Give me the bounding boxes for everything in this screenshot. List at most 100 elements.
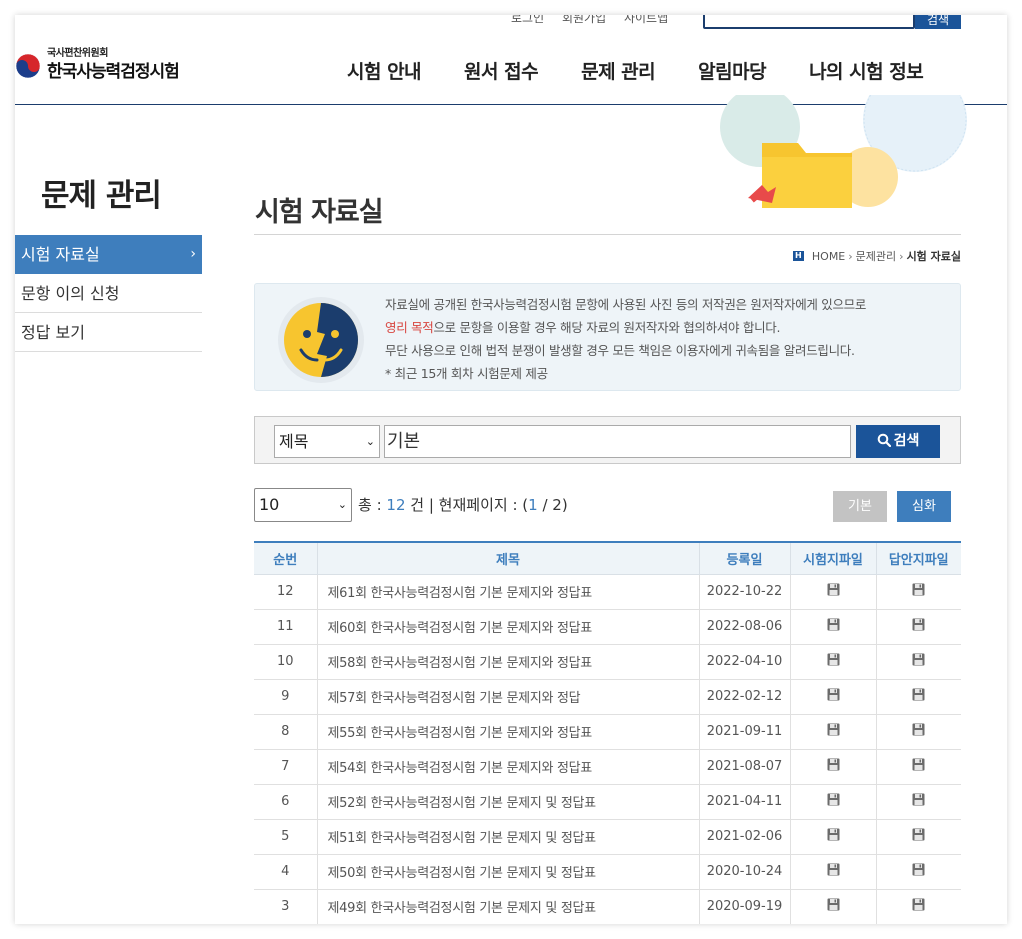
gnb-notice[interactable]: 알림마당: [698, 57, 766, 84]
column-header: 시험지파일: [789, 541, 876, 575]
top-search-input[interactable]: [703, 15, 915, 29]
row-title-link[interactable]: 제49회 한국사능력검정시험 기본 문제지 및 정답표: [316, 889, 699, 924]
table-header-row: 순번 제목 등록일 시험지파일 답안지파일: [254, 541, 961, 575]
floppy-disk-icon[interactable]: [912, 688, 925, 705]
floppy-disk-icon[interactable]: [827, 653, 840, 670]
floppy-disk-icon[interactable]: [912, 863, 925, 880]
page-size-value: 10: [259, 495, 280, 514]
floppy-disk-icon[interactable]: [827, 898, 840, 915]
floppy-disk-icon[interactable]: [827, 863, 840, 880]
face-icon: [278, 297, 364, 383]
exam-file-cell: [789, 889, 876, 924]
exam-file-cell: [789, 679, 876, 715]
exam-file-cell: [789, 749, 876, 785]
current-page: 1: [528, 496, 538, 514]
floppy-disk-icon[interactable]: [912, 758, 925, 775]
gnb-application[interactable]: 원서 접수: [464, 57, 539, 84]
row-date: 2022-10-22: [698, 574, 790, 610]
exam-file-cell: [789, 609, 876, 645]
floppy-disk-icon[interactable]: [827, 793, 840, 810]
table-row: 5 제51회 한국사능력검정시험 기본 문제지 및 정답표 2021-02-06: [254, 819, 961, 855]
row-title-link[interactable]: 제61회 한국사능력검정시험 기본 문제지와 정답표: [316, 574, 699, 610]
floppy-disk-icon[interactable]: [827, 688, 840, 705]
row-title-link[interactable]: 제57회 한국사능력검정시험 기본 문제지와 정답: [316, 679, 699, 715]
table-row: 4 제50회 한국사능력검정시험 기본 문제지 및 정답표 2020-10-24: [254, 854, 961, 890]
floppy-disk-icon[interactable]: [912, 828, 925, 845]
sidebar-item-label: 문항 이의 신청: [21, 284, 120, 303]
row-date: 2022-04-10: [698, 644, 790, 680]
top-search-button[interactable]: 검색: [915, 15, 961, 29]
row-date: 2022-08-06: [698, 609, 790, 645]
floppy-disk-icon[interactable]: [827, 618, 840, 635]
table-row: 8 제55회 한국사능력검정시험 기본 문제지와 정답표 2021-09-11: [254, 714, 961, 750]
row-title-link[interactable]: 제54회 한국사능력검정시험 기본 문제지와 정답표: [316, 749, 699, 785]
row-number: 10: [254, 644, 317, 680]
page-separator: / 2): [542, 496, 568, 514]
exam-file-cell: [789, 784, 876, 820]
sidebar-item-exam-archive[interactable]: 시험 자료실 ›: [15, 235, 202, 274]
row-number: 9: [254, 679, 317, 715]
sidebar-item-label: 시험 자료실: [21, 245, 100, 264]
sidebar-item-objection[interactable]: 문항 이의 신청: [15, 274, 202, 313]
row-title-link[interactable]: 제55회 한국사능력검정시험 기본 문제지와 정답표: [316, 714, 699, 750]
gnb-my-exam-info[interactable]: 나의 시험 정보: [809, 57, 924, 84]
login-link[interactable]: 로그인: [511, 15, 544, 25]
basic-level-button[interactable]: 기본: [833, 491, 887, 522]
search-input[interactable]: 기본: [384, 425, 851, 458]
sidebar-nav: 시험 자료실 › 문항 이의 신청 정답 보기: [15, 235, 202, 352]
row-title-link[interactable]: 제51회 한국사능력검정시험 기본 문제지 및 정답표: [316, 819, 699, 855]
exam-file-cell: [789, 714, 876, 750]
chevron-right-icon: ›: [190, 246, 196, 262]
gnb-question-management[interactable]: 문제 관리: [581, 57, 656, 84]
site-logo[interactable]: 국사편찬위원회 한국사능력검정시험: [15, 43, 215, 83]
row-date: 2020-09-19: [698, 889, 790, 924]
row-number: 6: [254, 784, 317, 820]
answer-file-cell: [875, 784, 961, 820]
gnb-exam-info[interactable]: 시험 안내: [347, 57, 422, 84]
join-link[interactable]: 회원가입: [562, 15, 606, 25]
advanced-level-button[interactable]: 심화: [897, 491, 951, 522]
breadcrumb-home[interactable]: HOME: [812, 250, 845, 263]
search-button[interactable]: 검색: [856, 425, 940, 458]
sidebar-item-answers[interactable]: 정답 보기: [15, 313, 202, 352]
global-nav: 시험 안내 원서 접수 문제 관리 알림마당 나의 시험 정보: [347, 57, 966, 84]
floppy-disk-icon[interactable]: [827, 758, 840, 775]
answer-file-cell: [875, 854, 961, 890]
floppy-disk-icon[interactable]: [827, 583, 840, 600]
row-title-link[interactable]: 제50회 한국사능력검정시험 기본 문제지 및 정답표: [316, 854, 699, 890]
row-title-link[interactable]: 제52회 한국사능력검정시험 기본 문제지 및 정답표: [316, 784, 699, 820]
sitemap-link[interactable]: 사이트맵: [624, 15, 668, 25]
row-number: 11: [254, 609, 317, 645]
page-title: 시험 자료실: [255, 197, 384, 228]
floppy-disk-icon[interactable]: [912, 618, 925, 635]
row-title-link[interactable]: 제58회 한국사능력검정시험 기본 문제지와 정답표: [316, 644, 699, 680]
notice-highlight: 영리 목적: [385, 320, 434, 335]
chevron-down-icon: ⌄: [365, 435, 375, 448]
breadcrumb-section[interactable]: 문제관리: [856, 248, 896, 264]
floppy-disk-icon[interactable]: [827, 828, 840, 845]
floppy-disk-icon[interactable]: [912, 653, 925, 670]
breadcrumb-separator: ›: [899, 249, 904, 263]
search-panel: 제목 ⌄ 기본 검색: [254, 416, 961, 464]
search-field-select[interactable]: 제목 ⌄: [274, 425, 380, 458]
search-icon: [877, 433, 891, 448]
title-divider: [254, 234, 961, 235]
floppy-disk-icon[interactable]: [912, 723, 925, 740]
exam-file-cell: [789, 819, 876, 855]
count-text: 총 : 12 건 | 현재페이지 : (1 / 2): [358, 488, 568, 522]
row-title-link[interactable]: 제60회 한국사능력검정시험 기본 문제지와 정답표: [316, 609, 699, 645]
floppy-disk-icon[interactable]: [912, 898, 925, 915]
floppy-disk-icon[interactable]: [827, 723, 840, 740]
row-number: 3: [254, 889, 317, 924]
row-number: 12: [254, 574, 317, 610]
column-header: 답안지파일: [875, 541, 961, 575]
page-size-select[interactable]: 10 ⌄: [254, 488, 352, 522]
search-field-value: 제목: [279, 432, 309, 451]
breadcrumb: H HOME › 문제관리 › 시험 자료실: [792, 248, 961, 264]
floppy-disk-icon[interactable]: [912, 793, 925, 810]
exam-file-cell: [789, 574, 876, 610]
exam-file-cell: [789, 644, 876, 680]
floppy-disk-icon[interactable]: [912, 583, 925, 600]
search-button-label: 검색: [893, 433, 920, 449]
row-number: 8: [254, 714, 317, 750]
